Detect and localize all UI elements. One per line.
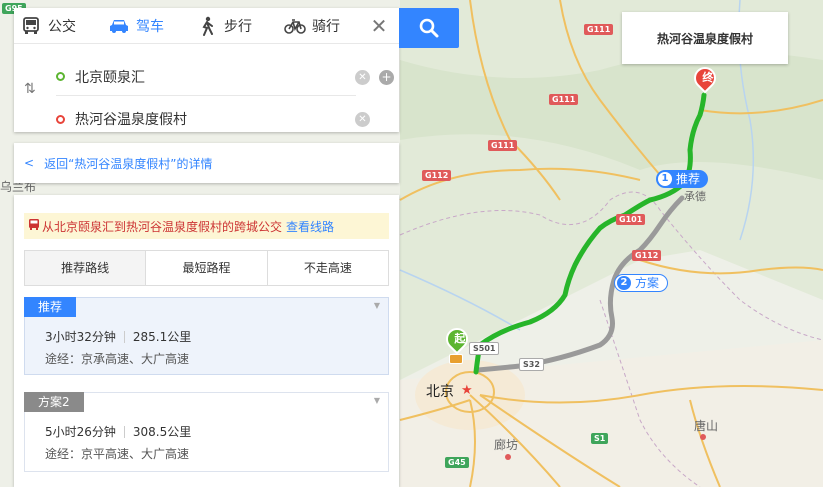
- divider: [123, 425, 125, 438]
- map-label-tangshan: 唐山: [694, 419, 719, 433]
- route-distance: 308.5公里: [132, 425, 192, 439]
- road-shield-g111: G111: [549, 94, 579, 105]
- route-meta: 3小时32分钟 285.1公里: [45, 328, 191, 345]
- expand-caret-icon[interactable]: ▼: [374, 301, 380, 310]
- tab-shortest[interactable]: 最短路程: [146, 251, 268, 285]
- road-shield-s501: S501: [469, 342, 500, 355]
- close-icon[interactable]: ✕: [369, 16, 389, 36]
- start-point-value: 北京颐泉汇: [75, 69, 145, 86]
- route-search-panel: 公交 驾车 步行 骑行 ✕ ⇅ 北京颐泉汇 ✕ + 热河谷温泉度假村 ✕: [14, 8, 399, 132]
- road-shield-s1: S1: [591, 433, 609, 444]
- capital-star-icon: ★: [461, 383, 473, 398]
- route-badge: 推荐: [24, 297, 77, 317]
- map-label-chengde: 承德: [684, 190, 706, 203]
- route-number: 1: [658, 172, 672, 186]
- mode-drive[interactable]: 驾车: [106, 8, 194, 44]
- map-label-langfang: 廊坊: [494, 438, 519, 452]
- route-preference-tabs: 推荐路线 最短路程 不走高速: [24, 250, 389, 286]
- route-option-1[interactable]: 推荐 ▼ 3小时32分钟 285.1公里 途经：京承高速、大广高速: [24, 297, 389, 375]
- road-shield-g111: G111: [584, 24, 614, 35]
- end-pin-label: 终: [702, 71, 714, 84]
- end-point-value: 热河谷温泉度假村: [75, 112, 187, 128]
- destination-info-card[interactable]: 热河谷温泉度假村: [622, 12, 788, 64]
- bus-icon: [18, 16, 44, 36]
- route-badge: 方案2: [24, 392, 84, 412]
- chevron-left-icon: <: [24, 156, 35, 170]
- mode-label: 公交: [48, 18, 76, 35]
- road-shield-s32: S32: [519, 358, 544, 371]
- start-dot-icon: [56, 72, 65, 81]
- route-results-panel: 从北京颐泉汇到热河谷温泉度假村的跨城公交 查看线路 推荐路线 最短路程 不走高速…: [14, 195, 399, 487]
- view-bus-routes-link[interactable]: 查看线路: [286, 218, 334, 235]
- expand-caret-icon[interactable]: ▼: [374, 396, 380, 405]
- road-shield-g101: G101: [616, 214, 646, 225]
- walk-icon: [194, 16, 220, 36]
- bike-icon: [282, 16, 308, 36]
- route-bubble-label: 推荐: [676, 172, 701, 186]
- road-shield-g111: G111: [488, 140, 518, 151]
- end-point-field[interactable]: 热河谷温泉度假村 ✕: [56, 100, 370, 138]
- mode-bike[interactable]: 骑行: [282, 8, 370, 44]
- transport-mode-tabs: 公交 驾车 步行 骑行: [14, 8, 399, 44]
- start-point-field[interactable]: 北京颐泉汇 ✕ +: [56, 58, 394, 96]
- end-dot-icon: [56, 114, 65, 124]
- route-number: 2: [617, 276, 631, 290]
- tab-recommended[interactable]: 推荐路线: [25, 251, 147, 285]
- route-duration: 3小时32分钟: [45, 330, 116, 344]
- route-1-bubble[interactable]: 1 推荐: [656, 170, 709, 188]
- mode-label: 驾车: [136, 18, 164, 35]
- bus-icon: [28, 218, 40, 234]
- clear-end-icon[interactable]: ✕: [355, 112, 370, 127]
- route-meta: 5小时26分钟 308.5公里: [45, 423, 191, 440]
- back-link-text: 返回“热河谷温泉度假村”的详情: [44, 156, 213, 171]
- intercity-bus-notice: 从北京颐泉汇到热河谷温泉度假村的跨城公交 查看线路: [24, 213, 389, 239]
- map-label-beijing: 北京: [426, 384, 454, 400]
- route-via: 途经：京承高速、大广高速: [45, 352, 190, 366]
- route-bubble-label: 方案: [635, 276, 660, 290]
- route-via: 途经：京平高速、大广高速: [45, 447, 190, 461]
- mode-walk[interactable]: 步行: [194, 8, 282, 44]
- search-button[interactable]: [399, 8, 459, 48]
- route-distance: 285.1公里: [132, 330, 192, 344]
- car-icon: [106, 16, 132, 36]
- clear-start-icon[interactable]: ✕: [355, 70, 370, 85]
- search-icon: [419, 18, 439, 38]
- route-duration: 5小时26分钟: [45, 425, 116, 439]
- road-shield-g112: G112: [632, 250, 662, 261]
- start-pin-label: 起: [454, 332, 466, 345]
- tab-avoid-highway[interactable]: 不走高速: [267, 251, 388, 285]
- mode-label: 骑行: [312, 18, 340, 35]
- route-2-bubble[interactable]: 2 方案: [614, 274, 669, 292]
- mode-label: 步行: [224, 18, 252, 35]
- road-shield-g112: G112: [422, 170, 452, 181]
- notice-text: 从北京颐泉汇到热河谷温泉度假村的跨城公交: [42, 219, 283, 234]
- swap-direction-icon[interactable]: ⇅: [24, 81, 40, 97]
- add-waypoint-icon[interactable]: +: [379, 70, 394, 85]
- road-shield-g45: G45: [445, 457, 469, 468]
- start-building-icon: [449, 354, 463, 364]
- divider: [123, 330, 125, 343]
- route-option-2[interactable]: 方案2 ▼ 5小时26分钟 308.5公里 途经：京平高速、大广高速: [24, 392, 389, 472]
- mode-bus[interactable]: 公交: [18, 8, 106, 44]
- destination-name: 热河谷温泉度假村: [656, 31, 753, 46]
- back-to-details-link[interactable]: < 返回“热河谷温泉度假村”的详情: [14, 143, 399, 183]
